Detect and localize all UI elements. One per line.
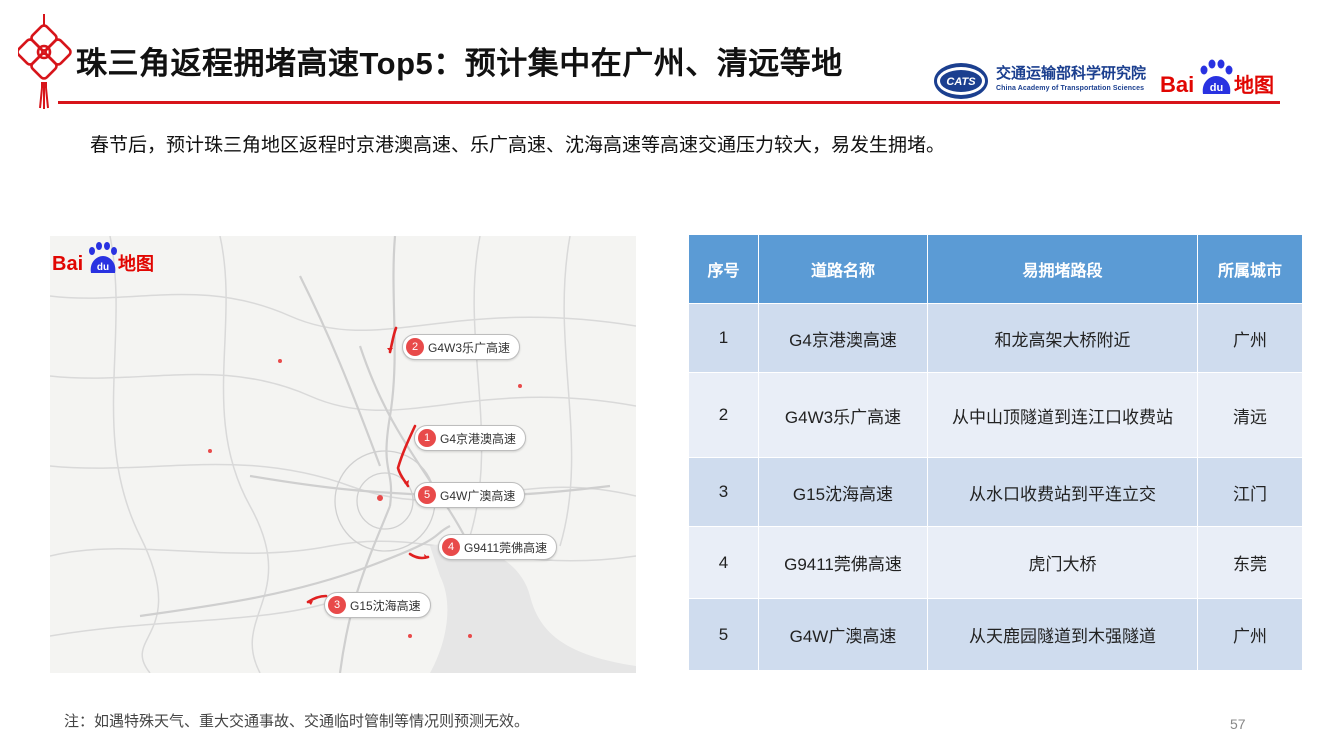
map-marker-jga-expressway[interactable]: 1 G4京港澳高速 (414, 425, 527, 451)
congestion-table: 序号 道路名称 易拥堵路段 所属城市 1 G4京港澳高速 和龙高架大桥附近 广州… (688, 234, 1303, 671)
marker-number: 2 (406, 338, 424, 356)
map-marker-sh-expressway[interactable]: 3 G15沈海高速 (324, 592, 431, 618)
subtitle-text: 春节后，预计珠三角地区返程时京港澳高速、乐广高速、沈海高速等高速交通压力较大，易… (90, 135, 946, 156)
page-number: 57 (1230, 716, 1246, 732)
cell-road: G9411莞佛高速 (758, 526, 928, 599)
cell-index: 4 (688, 526, 759, 599)
map-baidu-logo: Bai du 地图 (52, 242, 154, 275)
table-row: 3 G15沈海高速 从水口收费站到平连立交 江门 (688, 457, 1303, 527)
svg-text:Bai: Bai (1160, 72, 1194, 97)
table-row: 5 G4W广澳高速 从天鹿园隧道到木强隧道 广州 (688, 598, 1303, 671)
chinese-knot-icon (18, 14, 72, 109)
cell-road: G4京港澳高速 (758, 303, 928, 373)
svg-text:地图: 地图 (1234, 73, 1274, 97)
org-name-en: China Academy of Transportation Sciences (996, 85, 1145, 92)
svg-text:Bai: Bai (52, 253, 83, 275)
cell-section: 和龙高架大桥附近 (927, 303, 1198, 373)
table-row: 4 G9411莞佛高速 虎门大桥 东莞 (688, 526, 1303, 599)
cell-section: 从水口收费站到平连立交 (927, 457, 1198, 527)
cell-section: 从中山顶隧道到连江口收费站 (927, 372, 1198, 458)
cell-index: 2 (688, 372, 759, 458)
cell-city: 广州 (1197, 303, 1303, 373)
marker-number: 4 (442, 538, 460, 556)
baidu-map-logo: Bai du 地图 (1160, 59, 1274, 97)
map-marker-lg-expressway[interactable]: 2 G4W3乐广高速 (402, 334, 521, 360)
marker-label: G15沈海高速 (350, 598, 421, 613)
col-header-city: 所属城市 (1197, 234, 1303, 304)
cell-road: G4W3乐广高速 (758, 372, 928, 458)
col-header-road: 道路名称 (758, 234, 928, 304)
col-header-index: 序号 (688, 234, 759, 304)
table-header-row: 序号 道路名称 易拥堵路段 所属城市 (688, 234, 1303, 304)
org-name-cn: 交通运输部科学研究院 (996, 65, 1147, 82)
col-header-section: 易拥堵路段 (927, 234, 1198, 304)
map-marker-gf-expressway[interactable]: 4 G9411莞佛高速 (438, 534, 558, 560)
marker-label: G4京港澳高速 (440, 431, 517, 446)
marker-label: G4W3乐广高速 (428, 340, 511, 355)
svg-text:du: du (1210, 82, 1223, 94)
table-row: 1 G4京港澳高速 和龙高架大桥附近 广州 (688, 303, 1303, 373)
cell-index: 5 (688, 598, 759, 671)
cats-logo-icon: CATS (934, 63, 988, 99)
cell-city: 广州 (1197, 598, 1303, 671)
marker-number: 5 (418, 486, 436, 504)
marker-number: 1 (418, 429, 436, 447)
traffic-map: Bai du 地图 2 G4W3乐广高速 1 G4京港澳高速 5 G4W广澳高速… (50, 236, 636, 673)
page-title: 珠三角返程拥堵高速Top5：预计集中在广州、清远等地 (76, 46, 843, 81)
cell-section: 虎门大桥 (927, 526, 1198, 599)
footnote: 注：如遇特殊天气、重大交通事故、交通临时管制等情况则预测无效。 (64, 713, 530, 730)
cell-road: G4W广澳高速 (758, 598, 928, 671)
cell-road: G15沈海高速 (758, 457, 928, 527)
marker-number: 3 (328, 596, 346, 614)
cell-city: 江门 (1197, 457, 1303, 527)
cell-index: 1 (688, 303, 759, 373)
cell-index: 3 (688, 457, 759, 527)
table-row: 2 G4W3乐广高速 从中山顶隧道到连江口收费站 清远 (688, 372, 1303, 458)
svg-text:du: du (97, 262, 109, 273)
cell-city: 清远 (1197, 372, 1303, 458)
cats-logo-text: CATS (946, 76, 976, 88)
marker-label: G9411莞佛高速 (464, 540, 548, 555)
cell-section: 从天鹿园隧道到木强隧道 (927, 598, 1198, 671)
cell-city: 东莞 (1197, 526, 1303, 599)
map-marker-ga-expressway[interactable]: 5 G4W广澳高速 (414, 482, 526, 508)
svg-text:地图: 地图 (118, 253, 154, 275)
marker-label: G4W广澳高速 (440, 488, 516, 503)
title-divider (58, 101, 1280, 104)
